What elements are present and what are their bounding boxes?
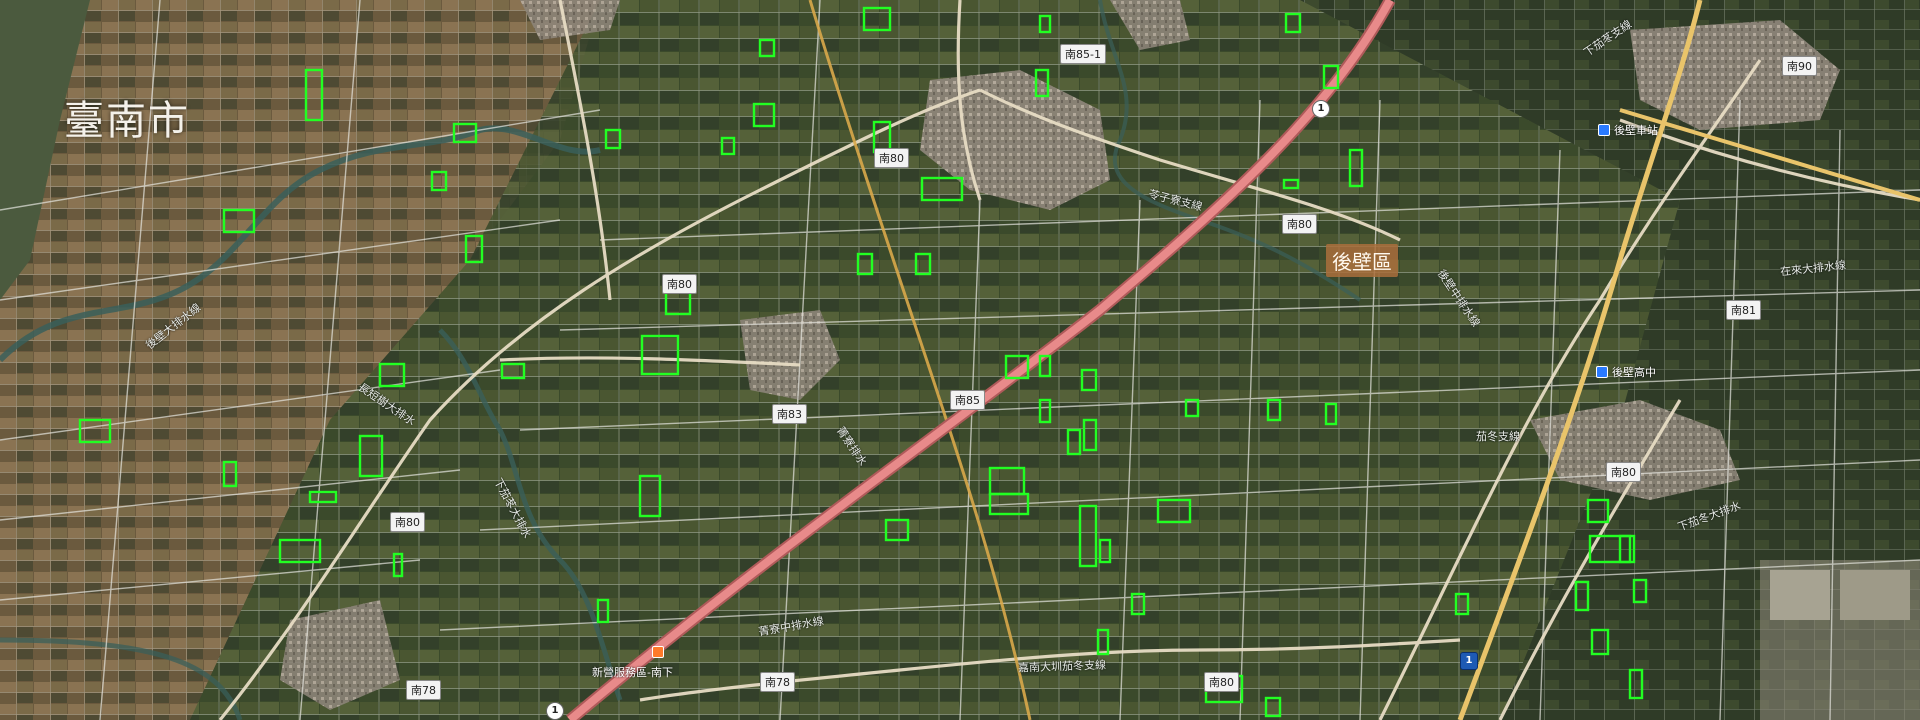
freeway-shield: 1: [1460, 652, 1478, 670]
road-shield: 南78: [406, 680, 441, 700]
road-shield: 南80: [1282, 214, 1317, 234]
road-shield: 南78: [760, 672, 795, 692]
train-station-label: 後壁車站: [1614, 124, 1658, 137]
school-icon: [1596, 366, 1608, 378]
service-area-label: 新營服務區-南下: [592, 666, 673, 679]
road-shield: 南80: [662, 274, 697, 294]
road-shield: 南90: [1782, 56, 1817, 76]
road-shield: 南81: [1726, 300, 1761, 320]
road-shield: 南80: [390, 512, 425, 532]
freeway-shield: 1: [1312, 100, 1330, 118]
train-station-icon: [1598, 124, 1610, 136]
school-label: 後壁高中: [1612, 366, 1656, 379]
canal-label: 嘉南大圳茄冬支線: [1017, 658, 1107, 675]
service-area-icon: [652, 646, 664, 658]
freeway-shield: 1: [546, 702, 564, 720]
road-shield: 南80: [1204, 672, 1239, 692]
road-shield: 南85: [950, 390, 985, 410]
city-name-label: 臺南市: [64, 98, 190, 144]
road-shield: 南80: [1606, 462, 1641, 482]
satellite-map[interactable]: 臺南市 後壁區 南85-1 南80 南80 南80 南80 南83 南85 南8…: [0, 0, 1920, 720]
district-name-label: 後壁區: [1326, 244, 1398, 277]
map-canvas: [0, 0, 1920, 720]
road-shield: 南85-1: [1060, 44, 1106, 64]
road-shield: 南80: [874, 148, 909, 168]
road-shield: 南83: [772, 404, 807, 424]
canal-label: 茄冬支線: [1476, 430, 1520, 443]
